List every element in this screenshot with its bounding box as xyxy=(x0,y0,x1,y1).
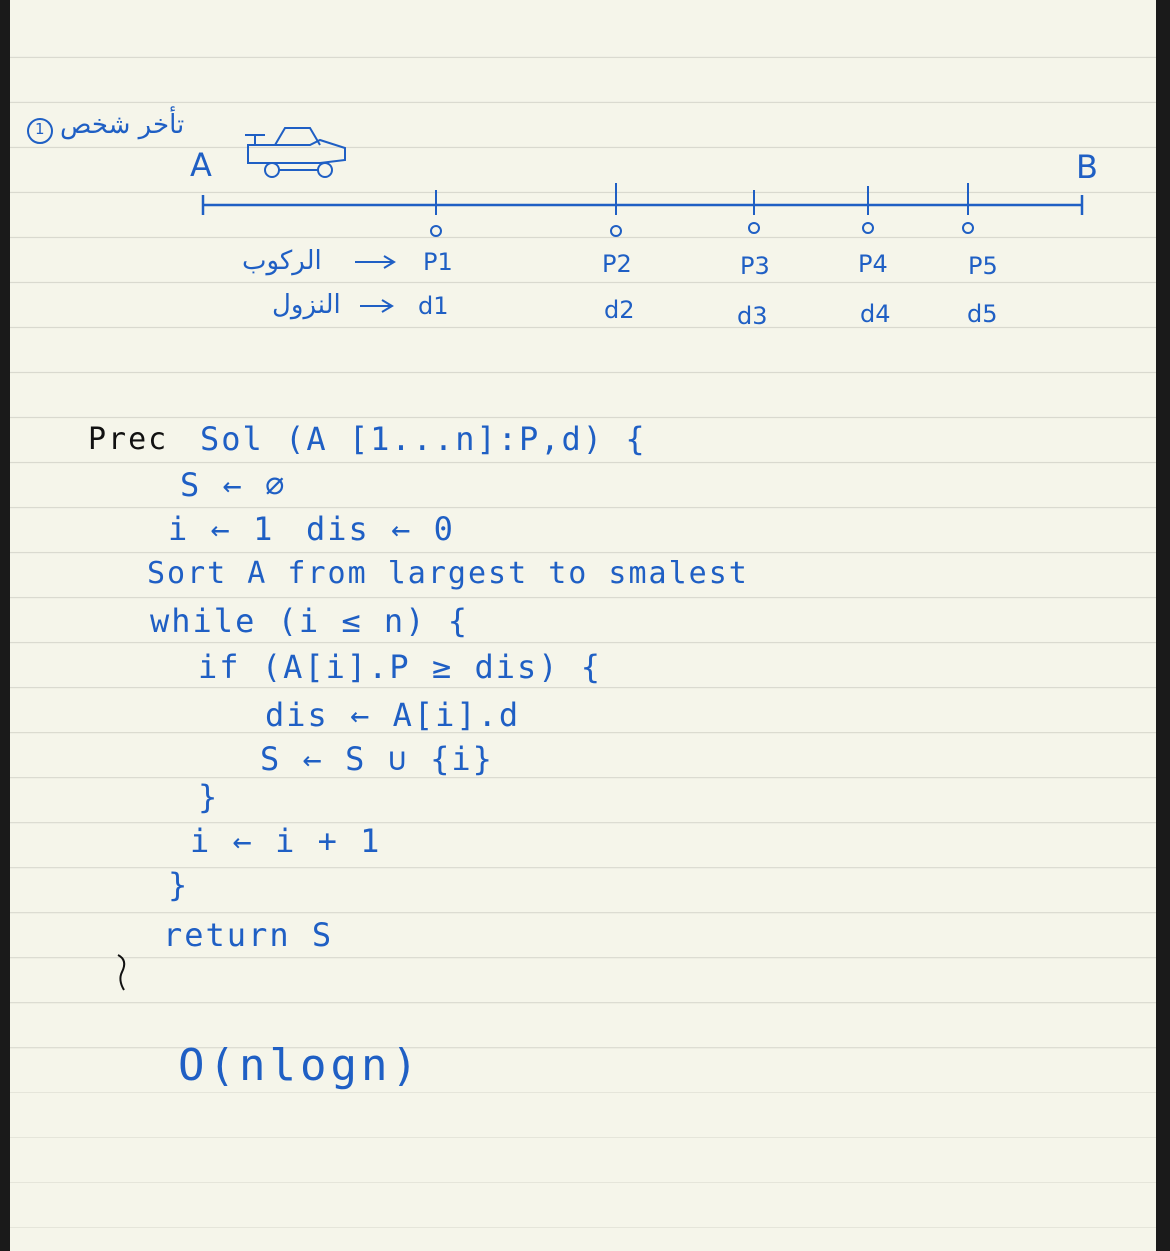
stop-p5-label: P5 xyxy=(968,252,998,280)
stop-p4-label: P4 xyxy=(858,250,888,278)
code-init-s: S ← ∅ xyxy=(180,466,287,504)
notebook-page: تأخر شخص 1 A B P1 d1 P2 d2 P3 d3 P4 d4 P… xyxy=(10,0,1156,1251)
code-assign-dis: dis ← A[i].d xyxy=(265,696,521,734)
code-init-i: i ← 1 xyxy=(168,510,275,548)
code-close-proc: } xyxy=(116,950,134,980)
stop-d4-label: d4 xyxy=(860,300,891,328)
boarding-label: الركوب xyxy=(242,246,322,276)
car-icon xyxy=(245,127,346,178)
code-sort: Sort A from largest to smalest xyxy=(147,556,749,591)
code-increment: i ← i + 1 xyxy=(190,822,382,860)
stop-d2-label: d2 xyxy=(604,296,635,324)
stop-p1-label: P1 xyxy=(423,248,453,276)
arabic-heading: تأخر شخص xyxy=(60,110,185,140)
code-signature: Sol (A [1...n]:P,d) { xyxy=(200,420,647,458)
stop-ticks xyxy=(430,183,974,237)
point-b-label: B xyxy=(1076,148,1098,186)
code-return: return S xyxy=(163,916,334,954)
code-close-while: } xyxy=(168,866,190,904)
arrow-icon xyxy=(355,255,396,313)
point-a-label: A xyxy=(190,146,212,184)
stop-p3-label: P3 xyxy=(740,252,770,280)
heading-number: 1 xyxy=(35,120,45,138)
code-if: if (A[i].P ≥ dis) { xyxy=(198,648,603,686)
code-assign-s: S ← S ∪ {i} xyxy=(260,740,494,778)
code-while: while (i ≤ n) { xyxy=(150,602,469,640)
alighting-label: النزول xyxy=(272,290,341,320)
code-init-dis: dis ← 0 xyxy=(306,510,455,548)
stop-d3-label: d3 xyxy=(737,302,768,330)
prec-keyword: Prec xyxy=(88,422,169,457)
stop-d5-label: d5 xyxy=(967,300,998,328)
complexity-label: O(nlogn) xyxy=(178,1040,422,1091)
stop-d1-label: d1 xyxy=(418,292,449,320)
code-close-if: } xyxy=(198,778,220,816)
stop-p2-label: P2 xyxy=(602,250,632,278)
